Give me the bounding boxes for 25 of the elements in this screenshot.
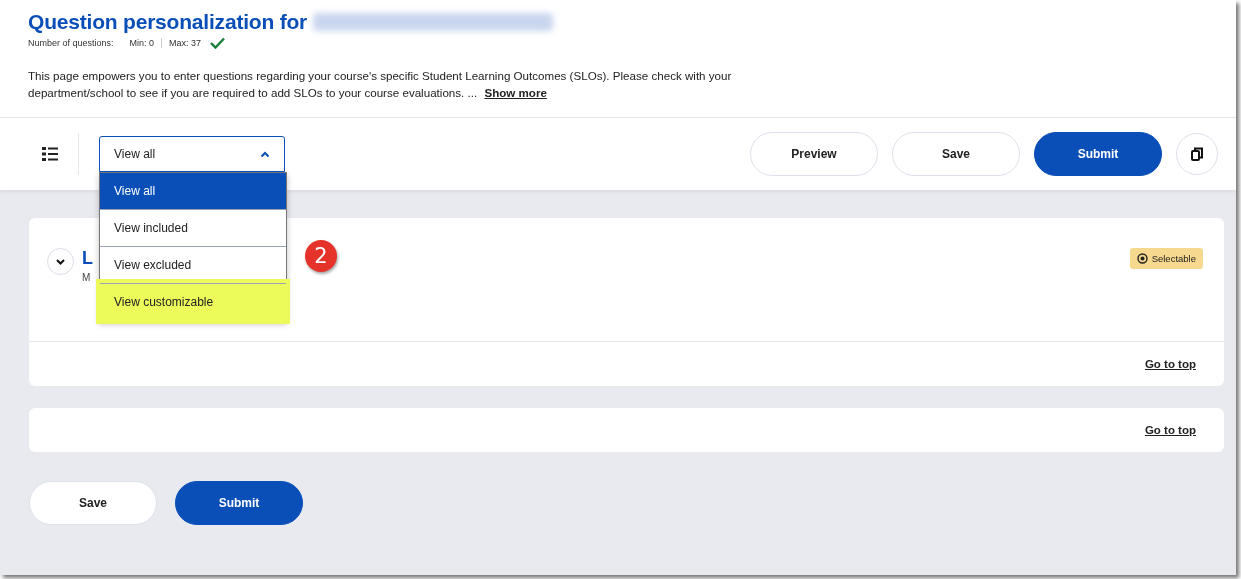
description-text: This page empowers you to enter questions regarding your course's specific Student Learning Outcomes (SLOs). Please check with your department/school to see if you are required to add SLOs to your course evaluations. ... Show more: [28, 68, 733, 101]
footer-button[interactable]: Save: [29, 481, 157, 525]
toolbar-button[interactable]: Save: [892, 132, 1020, 176]
dropdown-option[interactable]: View all: [100, 173, 286, 209]
filter-dropdown[interactable]: View all: [99, 136, 285, 172]
show-more-link[interactable]: Show more: [484, 86, 547, 99]
go-to-top-link[interactable]: Go to top: [1144, 358, 1196, 370]
copy-icon: [1191, 147, 1203, 161]
toolbar-button[interactable]: Submit: [1034, 132, 1162, 176]
chevron-icon: [56, 258, 65, 265]
count-label: Number of questions:: [28, 38, 114, 48]
page-title: Question personalization for: [28, 10, 308, 34]
section-title: L: [82, 248, 93, 269]
dropdown-option[interactable]: View included: [100, 209, 286, 246]
list-icon[interactable]: [42, 147, 58, 161]
selectable-badge: Selectable: [1129, 248, 1203, 269]
section-subtitle: M: [82, 272, 92, 283]
expand-button[interactable]: [47, 248, 74, 275]
footer-button[interactable]: Submit: [175, 481, 303, 525]
min-count: Min: 0: [129, 38, 163, 48]
go-to-top-link[interactable]: Go to top: [1144, 424, 1196, 436]
max-count: Max: 37: [169, 38, 202, 48]
copy-button[interactable]: [1176, 133, 1218, 175]
toolbar-button[interactable]: Preview: [750, 132, 878, 176]
caret-icon: [260, 150, 270, 158]
